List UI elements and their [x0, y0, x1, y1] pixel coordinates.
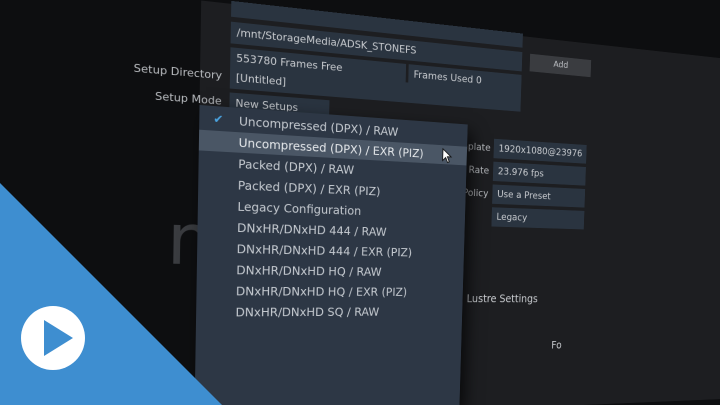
play-overlay[interactable] — [0, 0, 720, 405]
overlay-corner-triangle[interactable] — [0, 183, 222, 405]
